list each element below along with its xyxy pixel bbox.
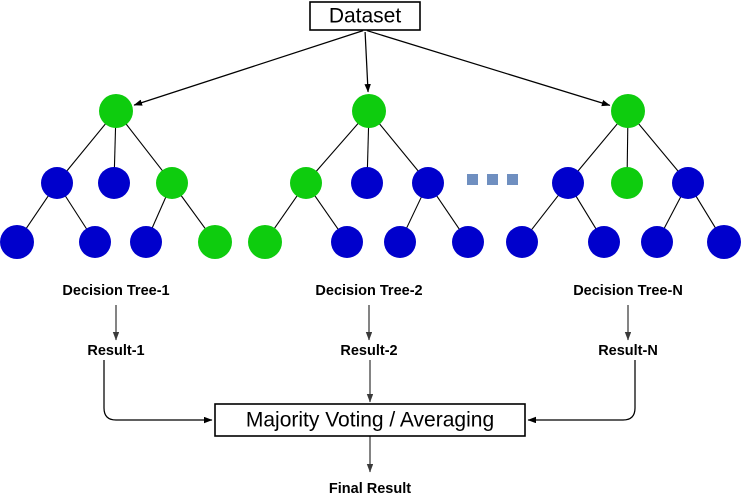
tree-node-leaf bbox=[506, 226, 538, 258]
result-to-aggregate-arrow bbox=[103, 360, 213, 424]
tree-node-internal bbox=[412, 167, 444, 199]
tree-edge bbox=[435, 195, 461, 230]
decision-tree-label: Decision Tree-2 bbox=[315, 283, 422, 299]
result-label: Result-1 bbox=[87, 343, 144, 359]
diagram-canvas: Dataset Majority Voting / Averaging Deci… bbox=[0, 0, 741, 502]
tree-edge bbox=[125, 123, 164, 172]
tree-edge bbox=[378, 123, 419, 172]
tree-node-leaf bbox=[248, 225, 282, 259]
dataset-to-tree-arrow bbox=[364, 31, 371, 93]
final-result-label: Final Result bbox=[329, 481, 411, 497]
tree-node-internal bbox=[41, 167, 73, 199]
tree-node-internal bbox=[351, 167, 383, 199]
result-to-aggregate-arrow bbox=[527, 360, 636, 424]
dataset-arrows-layer bbox=[133, 29, 611, 107]
tree-edge bbox=[575, 195, 597, 230]
tree-node-root bbox=[611, 94, 645, 128]
tree-node-internal bbox=[672, 167, 704, 199]
tree-edge bbox=[180, 194, 207, 230]
tree-node-root bbox=[352, 94, 386, 128]
tree-edge bbox=[366, 126, 370, 169]
tree-edge bbox=[25, 195, 50, 230]
tree-node-internal bbox=[552, 167, 584, 199]
tree-edge bbox=[315, 122, 359, 173]
tree-node-leaf bbox=[384, 226, 416, 258]
dataset-box-label: Dataset bbox=[329, 5, 402, 28]
tree-edge bbox=[314, 195, 339, 230]
tree-node-leaf bbox=[641, 226, 673, 258]
tree-node-leaf bbox=[130, 226, 162, 258]
tree-node-leaf bbox=[588, 226, 620, 258]
ellipsis-square bbox=[467, 174, 478, 185]
ellipsis-layer bbox=[467, 174, 518, 185]
tree-edge bbox=[577, 122, 619, 172]
tree-edge bbox=[530, 194, 560, 231]
tree-edge bbox=[405, 196, 423, 229]
tree-node-leaf bbox=[452, 226, 484, 258]
result-label: Result-N bbox=[598, 343, 658, 359]
tree-node-leaf bbox=[198, 225, 232, 259]
tree-edge bbox=[273, 195, 298, 230]
decision-tree-label: Decision Tree-N bbox=[573, 283, 683, 299]
decision-tree-label: Decision Tree-1 bbox=[62, 283, 169, 299]
tree-node-internal bbox=[98, 167, 130, 199]
tree-edge bbox=[151, 196, 167, 229]
tree-edge bbox=[64, 195, 88, 230]
tree-edge bbox=[113, 126, 117, 169]
tree-nodes-layer bbox=[0, 94, 741, 259]
dataset-to-tree-arrow bbox=[133, 30, 364, 106]
aggregate-box-label: Majority Voting / Averaging bbox=[246, 409, 494, 432]
random-forest-diagram: Dataset Majority Voting / Averaging Deci… bbox=[0, 1, 741, 497]
tree-node-internal bbox=[156, 167, 188, 199]
dataset-box[interactable]: Dataset bbox=[309, 1, 421, 31]
flow-arrows-layer bbox=[103, 305, 636, 473]
text-labels-layer: Decision Tree-1 Result-1 Decision Tree-2 Re… bbox=[62, 283, 682, 359]
tree-edge bbox=[66, 123, 107, 172]
tree-node-internal bbox=[611, 167, 643, 199]
ellipsis-square bbox=[507, 174, 518, 185]
tree-node-leaf bbox=[331, 226, 363, 258]
tree-edge bbox=[626, 126, 629, 169]
result-label: Result-2 bbox=[340, 343, 397, 359]
tree-node-leaf bbox=[0, 225, 34, 259]
ellipsis-square bbox=[487, 174, 498, 185]
tree-node-internal bbox=[290, 167, 322, 199]
tree-edge bbox=[637, 122, 679, 172]
tree-edge bbox=[695, 195, 717, 229]
dataset-to-tree-arrow bbox=[366, 29, 611, 107]
tree-edge bbox=[663, 196, 682, 229]
tree-node-root bbox=[99, 94, 133, 128]
tree-node-leaf bbox=[79, 226, 111, 258]
aggregate-box[interactable]: Majority Voting / Averaging bbox=[214, 403, 526, 437]
tree-node-leaf bbox=[707, 225, 741, 259]
